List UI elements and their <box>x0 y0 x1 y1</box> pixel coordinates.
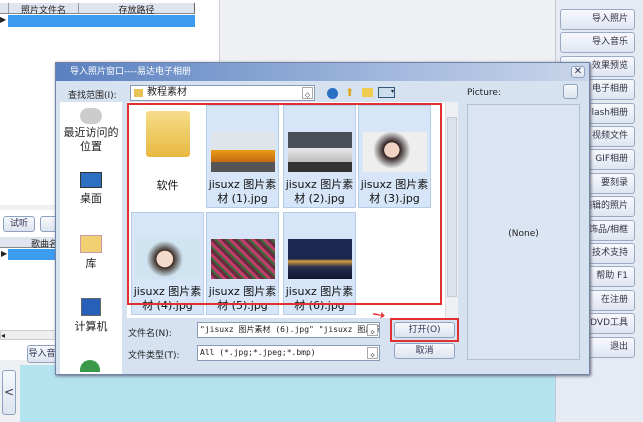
recent-icon <box>80 108 102 124</box>
sidebar-button[interactable]: 导入照片 <box>560 9 635 30</box>
filetype-select[interactable]: All (*.jpg;*.jpeg;*.bmp) ◇ <box>197 345 380 361</box>
open-button[interactable]: 打开(O) <box>394 322 455 338</box>
place-computer[interactable]: 计算机 <box>60 298 122 334</box>
filename-label: 文件名(N): <box>128 329 172 339</box>
scroll-left-button[interactable]: < <box>2 370 16 415</box>
column-header[interactable]: 存放路径 <box>79 3 195 16</box>
chevron-down-icon: ◇ <box>367 347 378 359</box>
computer-icon <box>81 298 101 316</box>
vertical-scrollbar[interactable] <box>445 102 458 318</box>
table-row[interactable] <box>8 249 60 260</box>
look-in-label: 查找范围(I): <box>68 91 117 101</box>
desktop-icon <box>80 172 102 188</box>
column-header[interactable]: 歌曲名 <box>0 237 60 250</box>
place-recent[interactable]: 最近访问的位置 <box>60 108 122 154</box>
filename-input[interactable]: "jisuxz 图片素材 (6).jpg" "jisuxz 图片素 ◇ <box>197 322 380 338</box>
preview-none-text: (None) <box>508 229 539 239</box>
library-icon <box>80 235 102 253</box>
preview-button[interactable]: 试听 <box>3 216 35 232</box>
cancel-button[interactable]: 取消 <box>394 343 455 359</box>
table-row[interactable] <box>8 15 195 27</box>
row-pointer-icon: ▶ <box>1 249 8 258</box>
music-panel: 试听 歌曲名 ▶ ◂ <box>0 210 60 360</box>
import-music-button[interactable]: 导入音 <box>27 345 57 363</box>
back-icon[interactable] <box>327 88 338 99</box>
filetype-label: 文件类型(T): <box>128 351 180 361</box>
chevron-down-icon: ◇ <box>302 87 313 99</box>
view-menu-icon[interactable]: ▾ <box>378 87 395 98</box>
dialog-titlebar[interactable]: 导入照片窗口----易达电子相册 <box>56 63 589 81</box>
sidebar-button[interactable]: 导入音乐 <box>560 32 635 54</box>
selection-highlight <box>127 103 442 305</box>
new-folder-icon[interactable] <box>362 88 373 97</box>
place-library[interactable]: 库 <box>60 235 122 271</box>
preview-toggle-icon[interactable] <box>563 84 578 99</box>
dialog-title: 导入照片窗口----易达电子相册 <box>70 67 191 77</box>
column-header[interactable]: 照片文件名 <box>8 3 79 16</box>
horizontal-scrollbar[interactable]: ◂ <box>0 330 60 340</box>
place-desktop[interactable]: 桌面 <box>60 172 122 206</box>
folder-icon <box>134 89 143 97</box>
chevron-down-icon[interactable]: ◇ <box>367 324 378 336</box>
close-button[interactable]: ✕ <box>571 66 585 78</box>
look-in-select[interactable]: 教程素材 ◇ <box>130 85 315 101</box>
picture-label: Picture: <box>467 88 501 98</box>
row-pointer-icon: ▶ <box>0 15 7 24</box>
up-folder-icon[interactable]: ⬆ <box>345 86 354 99</box>
preview-panel: (None) <box>467 104 580 360</box>
